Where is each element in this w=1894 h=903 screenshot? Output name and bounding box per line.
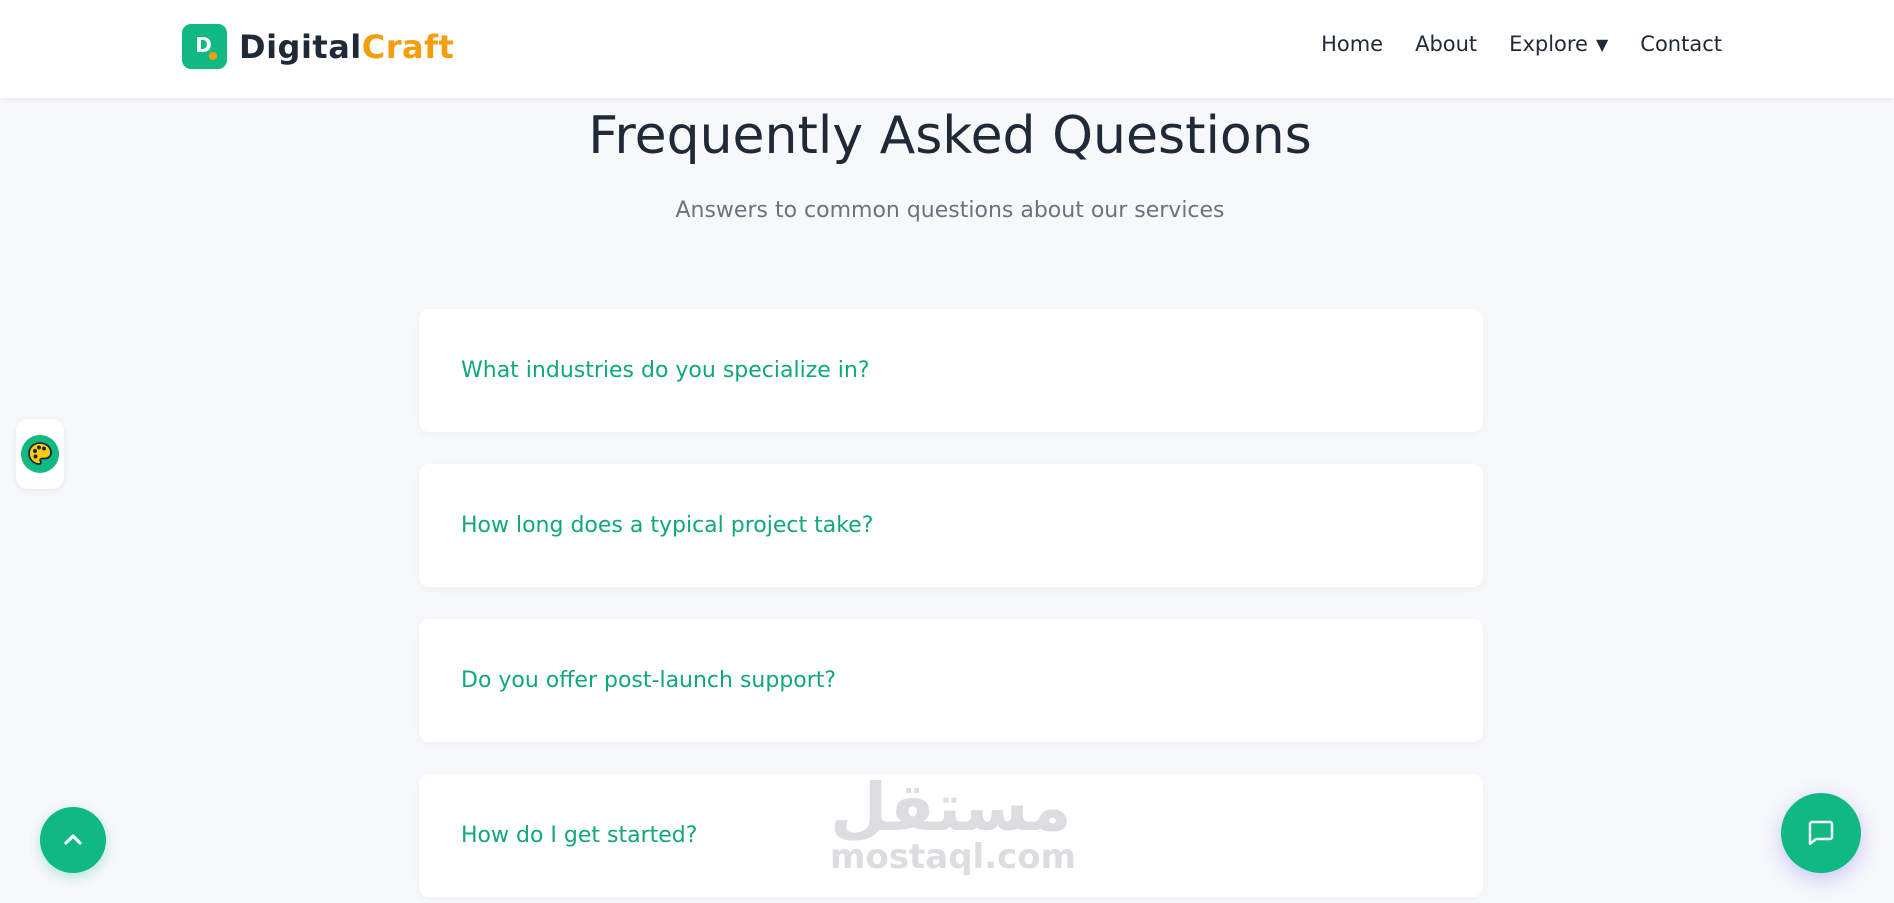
nav-contact[interactable]: Contact: [1640, 32, 1722, 56]
main-nav: Home About Explore ▼ Contact: [1321, 32, 1722, 56]
site-header: D DigitalCraft Home About Explore ▼ Cont…: [0, 0, 1894, 98]
faq-question: Do you offer post-launch support?: [461, 668, 837, 693]
brand-logo[interactable]: D DigitalCraft: [182, 24, 454, 69]
nav-explore-dropdown[interactable]: Explore ▼: [1509, 32, 1608, 56]
nav-about[interactable]: About: [1415, 32, 1477, 56]
caret-down-icon: ▼: [1595, 34, 1609, 54]
chat-bubble-icon: [1808, 820, 1834, 846]
nav-explore-label: Explore: [1509, 32, 1588, 56]
faq-question: What industries do you specialize in?: [461, 358, 870, 383]
brand-name: DigitalCraft: [239, 28, 454, 66]
palette-icon: [21, 435, 59, 473]
page: D DigitalCraft Home About Explore ▼ Cont…: [0, 0, 1894, 903]
brand-name-part2: Craft: [361, 27, 455, 66]
faq-item[interactable]: What industries do you specialize in?: [419, 309, 1483, 432]
faq-item[interactable]: How do I get started?: [419, 774, 1483, 897]
faq-item[interactable]: Do you offer post-launch support?: [419, 619, 1483, 742]
faq-question: How do I get started?: [461, 823, 698, 848]
nav-home[interactable]: Home: [1321, 32, 1383, 56]
scroll-to-top-button[interactable]: [40, 807, 106, 873]
chat-button[interactable]: [1781, 793, 1861, 873]
faq-question: How long does a typical project take?: [461, 513, 874, 538]
faq-title: Frequently Asked Questions: [588, 106, 1312, 166]
logo-mark-icon: D: [182, 24, 227, 69]
brand-name-part1: Digital: [239, 27, 362, 66]
faq-item[interactable]: How long does a typical project take?: [419, 464, 1483, 587]
faq-subtitle: Answers to common questions about our se…: [675, 198, 1225, 223]
theme-palette-widget[interactable]: [16, 419, 64, 489]
faq-list: What industries do you specialize in? Ho…: [419, 309, 1483, 903]
logo-mark-dot: [209, 52, 217, 60]
chevron-up-icon: [64, 834, 82, 845]
